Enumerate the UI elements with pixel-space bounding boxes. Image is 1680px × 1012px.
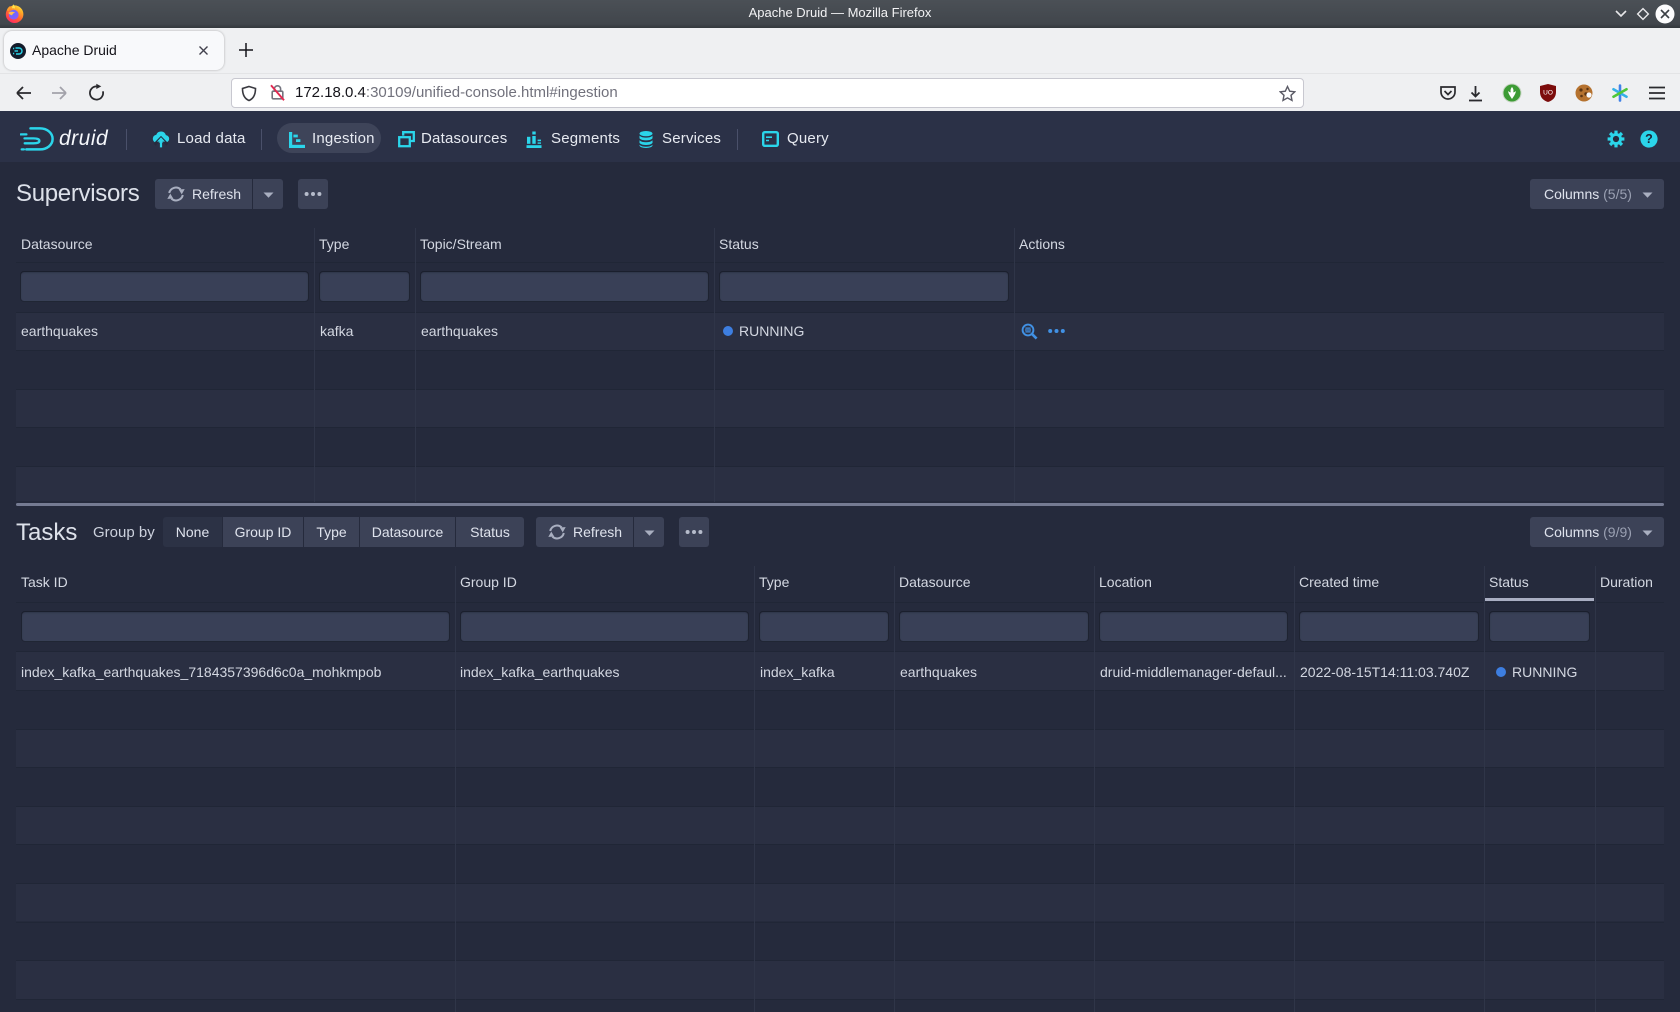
svg-text:?: ? bbox=[1645, 132, 1653, 146]
svg-text:UO: UO bbox=[1543, 90, 1553, 97]
